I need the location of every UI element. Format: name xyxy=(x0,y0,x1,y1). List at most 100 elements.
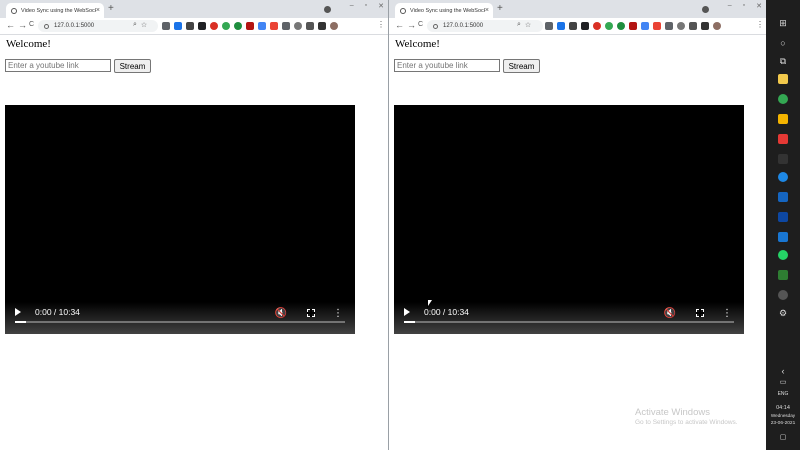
extension-icon[interactable] xyxy=(641,22,649,30)
extension-icon[interactable] xyxy=(174,22,182,30)
extension-icon[interactable] xyxy=(557,22,565,30)
extension-icon[interactable] xyxy=(234,22,242,30)
app-icon[interactable] xyxy=(778,212,788,222)
extension-icon[interactable] xyxy=(210,22,218,30)
close-window-button[interactable]: ✕ xyxy=(378,2,384,13)
avatar[interactable] xyxy=(713,22,721,30)
play-icon[interactable] xyxy=(404,308,410,316)
more-options-icon[interactable]: ⋮ xyxy=(333,308,343,319)
clock-date: 23-06-2021 xyxy=(770,421,796,426)
forward-button[interactable]: → xyxy=(18,20,27,30)
notifications-icon[interactable]: ▢ xyxy=(778,433,788,443)
reload-button[interactable]: C xyxy=(29,21,34,28)
maximize-button[interactable]: ▫ xyxy=(365,2,367,13)
profile-icon[interactable] xyxy=(701,6,709,13)
site-info-icon[interactable] xyxy=(44,23,49,29)
youtube-link-input[interactable] xyxy=(394,59,500,72)
profile-icon[interactable] xyxy=(323,6,331,13)
extension-icon[interactable] xyxy=(258,22,266,30)
close-window-button[interactable]: ✕ xyxy=(756,2,762,13)
mute-icon[interactable]: 🔇 xyxy=(275,308,287,319)
browser-tab[interactable]: Video Sync using the WebSocket × xyxy=(395,3,493,18)
new-tab-button[interactable]: + xyxy=(497,3,503,14)
battery-icon[interactable]: ▭ xyxy=(778,378,788,388)
extension-icon[interactable] xyxy=(294,22,302,30)
back-button[interactable]: ← xyxy=(6,20,15,30)
terminal-icon[interactable] xyxy=(778,154,788,164)
tab-close-icon[interactable]: × xyxy=(485,7,489,14)
extension-icon[interactable] xyxy=(665,22,673,30)
extension-icon[interactable] xyxy=(677,22,685,30)
extension-icon[interactable] xyxy=(270,22,278,30)
extension-icon[interactable] xyxy=(701,22,709,30)
extension-icon[interactable] xyxy=(605,22,613,30)
extension-icon[interactable] xyxy=(581,22,589,30)
extension-icon[interactable] xyxy=(162,22,170,30)
forward-button[interactable]: → xyxy=(407,20,416,30)
app-icon[interactable] xyxy=(778,114,788,124)
fullscreen-icon[interactable] xyxy=(307,309,315,317)
new-tab-button[interactable]: + xyxy=(108,3,114,14)
extension-icon[interactable] xyxy=(569,22,577,30)
minimize-button[interactable]: – xyxy=(728,2,732,13)
chrome-icon[interactable] xyxy=(778,94,788,104)
more-options-icon[interactable]: ⋮ xyxy=(722,308,732,319)
omnibox-icons: ⌕ ☆ xyxy=(133,21,147,29)
reload-button[interactable]: C xyxy=(418,21,423,28)
settings-gear-icon[interactable]: ⚙ xyxy=(778,308,788,318)
app-icon[interactable] xyxy=(778,270,788,280)
app-icon[interactable] xyxy=(778,192,788,202)
file-explorer-icon[interactable] xyxy=(778,74,788,84)
browser-menu-icon[interactable]: ⋮ xyxy=(756,20,764,29)
back-button[interactable]: ← xyxy=(395,20,404,30)
extensions-puzzle-icon[interactable] xyxy=(689,22,697,30)
site-info-icon[interactable] xyxy=(433,23,438,29)
extension-icon[interactable] xyxy=(617,22,625,30)
extension-icon[interactable] xyxy=(222,22,230,30)
extension-icon[interactable] xyxy=(629,22,637,30)
extension-icon[interactable] xyxy=(282,22,290,30)
fullscreen-icon[interactable] xyxy=(696,309,704,317)
browser-menu-icon[interactable]: ⋮ xyxy=(377,20,385,29)
bookmark-star-icon[interactable]: ☆ xyxy=(141,21,147,29)
app-icon[interactable] xyxy=(778,134,788,144)
video-player[interactable]: 0:00 / 10:34 🔇 ⋮ xyxy=(5,105,355,334)
browser-tab[interactable]: Video Sync using the WebSocket × xyxy=(6,3,104,18)
play-icon[interactable] xyxy=(15,308,21,316)
zoom-icon[interactable]: ⌕ xyxy=(133,21,137,29)
stream-button[interactable]: Stream xyxy=(503,59,540,73)
video-progress-bar[interactable] xyxy=(404,321,734,323)
app-icon[interactable] xyxy=(778,232,788,242)
youtube-link-input[interactable] xyxy=(5,59,111,72)
avatar[interactable] xyxy=(330,22,338,30)
mute-icon[interactable]: 🔇 xyxy=(664,308,676,319)
app-icon[interactable] xyxy=(778,172,788,182)
extension-icon[interactable] xyxy=(186,22,194,30)
extension-icon[interactable] xyxy=(246,22,254,30)
zoom-icon[interactable]: ⌕ xyxy=(517,21,521,29)
search-icon[interactable]: ○ xyxy=(778,38,788,48)
video-player[interactable]: 0:00 / 10:34 🔇 ⋮ xyxy=(394,105,744,334)
clock-time[interactable]: 04:14 xyxy=(766,405,800,411)
extension-icon[interactable] xyxy=(198,22,206,30)
whatsapp-icon[interactable] xyxy=(778,250,788,260)
language-indicator[interactable]: ENG xyxy=(766,391,800,397)
task-view-icon[interactable]: ⧉ xyxy=(778,56,788,66)
stream-button[interactable]: Stream xyxy=(114,59,151,73)
extensions-puzzle-icon[interactable] xyxy=(306,22,314,30)
start-windows-icon[interactable]: ⊞ xyxy=(778,18,788,28)
minimize-button[interactable]: – xyxy=(350,2,354,13)
app-icon[interactable] xyxy=(778,290,788,300)
progress-fill xyxy=(15,321,27,323)
tray-chevron-icon[interactable]: ‹ xyxy=(778,366,788,376)
extension-icon[interactable] xyxy=(653,22,661,30)
url-text: 127.0.0.1:5000 xyxy=(54,23,95,29)
video-progress-bar[interactable] xyxy=(15,321,345,323)
tab-close-icon[interactable]: × xyxy=(96,7,100,14)
maximize-button[interactable]: ▫ xyxy=(743,2,745,13)
extension-icon[interactable] xyxy=(593,22,601,30)
browser-toolbar: ← → C 127.0.0.1:5000 ⌕ ☆ ⋮ xyxy=(389,18,766,35)
extension-icon[interactable] xyxy=(318,22,326,30)
bookmark-star-icon[interactable]: ☆ xyxy=(525,21,531,29)
extension-icon[interactable] xyxy=(545,22,553,30)
